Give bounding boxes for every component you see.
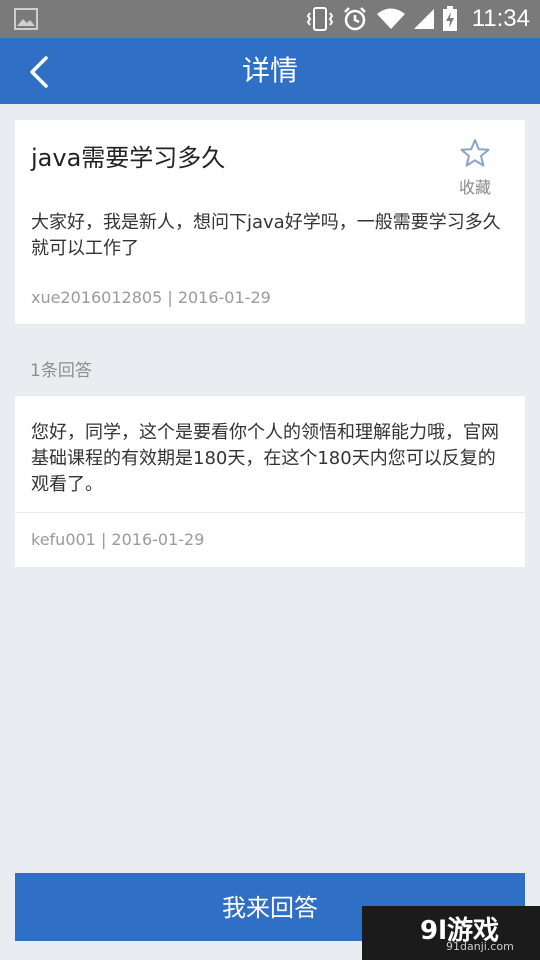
wifi-icon: [376, 8, 405, 29]
answer-body: 您好，同学，这个是要看你个人的领悟和理解能力哦，官网基础课程的有效期是180天，…: [31, 422, 499, 495]
answer-card: 您好，同学，这个是要看你个人的领悟和理解能力哦，官网基础课程的有效期是180天，…: [15, 396, 525, 567]
question-title: java需要学习多久: [31, 144, 226, 172]
signal-icon: [413, 9, 434, 29]
back-arrow-icon[interactable]: [22, 52, 62, 92]
favorite-label: 收藏: [458, 178, 491, 197]
image-icon: [14, 8, 38, 30]
question-meta: xue2016012805 | 2016-01-29: [31, 288, 271, 307]
battery-charging-icon: [442, 6, 457, 31]
status-bar: 11:34: [0, 0, 540, 38]
watermark-url: 91danji.com: [446, 940, 514, 953]
page-title: 详情: [241, 54, 298, 87]
vibrate-icon: [306, 7, 333, 31]
status-time: 11:34: [471, 5, 530, 32]
divider: [15, 512, 525, 513]
alarm-icon: [343, 7, 366, 31]
watermark-logo: 9l游戏 91danji.com: [362, 906, 540, 960]
answer-count: 1条回答: [30, 361, 92, 381]
favorite-button[interactable]: 收藏: [455, 138, 495, 198]
star-icon: [460, 139, 490, 167]
app-header: 详情: [0, 38, 540, 104]
question-body: 大家好，我是新人，想问下java好学吗，一般需要学习多久就可以工作了: [31, 212, 501, 259]
answer-meta: kefu001 | 2016-01-29: [31, 530, 205, 549]
question-card: java需要学习多久 收藏 大家好，我是新人，想问下java好学吗，一般需要学习…: [15, 120, 525, 324]
